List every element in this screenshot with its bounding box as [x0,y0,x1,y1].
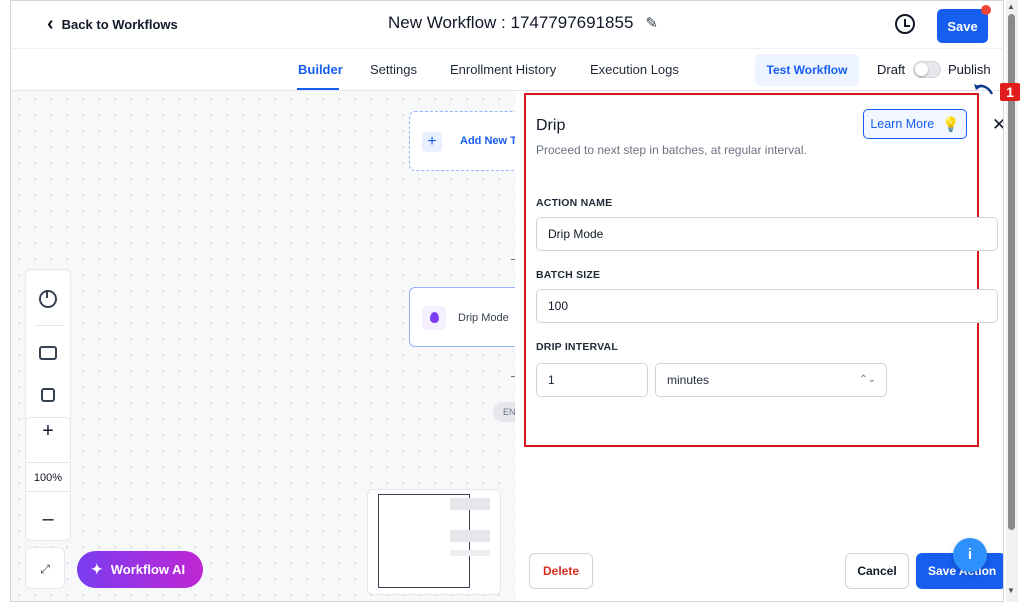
action-name-input[interactable]: Drip Mode [536,217,998,251]
drip-interval-input[interactable]: 1 [536,363,648,397]
toolbox-divider [34,325,64,326]
plus-icon: + [422,132,442,152]
close-icon[interactable]: ✕ [992,115,1003,135]
learn-more-button[interactable]: Learn More 💡 [863,109,967,139]
workflow-title: New Workflow : 1747797691855 [388,13,634,32]
back-to-workflows-link[interactable]: ‹ Back to Workflows [47,13,178,35]
pie-chart-icon[interactable] [39,290,57,308]
delete-button[interactable]: Delete [529,553,593,589]
zoom-level: 100% [26,462,70,492]
workflow-title-group: New Workflow : 1747797691855 ✎ [388,13,658,33]
lightbulb-icon: 💡 [942,115,960,132]
tab-execution-logs[interactable]: Execution Logs [590,62,679,77]
action-name-label: ACTION NAME [536,197,613,209]
zoom-out-button[interactable]: – [26,502,70,536]
add-trigger-label: Add New Tr [460,135,521,147]
minimap-node [450,498,490,510]
drip-node-label: Drip Mode [458,312,509,324]
toggle-knob [915,63,928,76]
drip-icon [422,306,446,330]
scroll-down-arrow-icon[interactable]: ▼ [1007,586,1015,595]
workflow-ai-button[interactable]: ✦ Workflow AI [77,551,203,588]
back-label: Back to Workflows [61,16,178,32]
annotation-number: 1 [1000,83,1020,101]
save-workflow-button[interactable]: Save [937,9,988,43]
interval-unit-value: minutes [667,373,710,387]
action-settings-panel: Drip Proceed to next step in batches, at… [515,91,1003,601]
canvas-toolbox [25,269,71,423]
panel-title: Drip [536,117,566,134]
annotation-arrow-icon [974,84,994,95]
workflow-canvas[interactable]: + Add New Tr Drip Mode EN + 100% – ⤢ ✦ W… [11,91,529,601]
history-clock-icon[interactable] [895,14,915,34]
scroll-up-arrow-icon[interactable]: ▲ [1007,2,1015,11]
minimap[interactable] [367,489,501,595]
expand-icon: ⤢ [40,562,50,576]
water-drop-icon [430,312,439,323]
tab-builder[interactable]: Builder [298,62,343,77]
sparkle-icon: ✦ [91,561,103,577]
panel-description: Proceed to next step in batches, at regu… [536,143,807,157]
zoom-in-button[interactable]: + [26,418,70,452]
interval-unit-select[interactable]: minutes ⌃⌄ [655,363,887,397]
drip-interval-label: DRIP INTERVAL [536,341,618,353]
batch-size-label: BATCH SIZE [536,269,601,281]
batch-size-input[interactable]: 100 [536,289,998,323]
publish-toggle[interactable] [913,61,941,78]
chevron-left-icon: ‹ [47,13,54,35]
add-trigger-card[interactable]: + Add New Tr [409,111,529,171]
drip-node-card[interactable]: Drip Mode [409,287,529,347]
minimap-node [450,550,490,556]
fit-view-button[interactable]: ⤢ [25,547,65,589]
zoom-controls: + 100% – [25,417,71,541]
tab-enrollment-history[interactable]: Enrollment History [450,62,556,77]
tabs-row: Builder Settings Enrollment History Exec… [11,49,1003,91]
active-tab-indicator [297,88,339,90]
draft-label: Draft [877,62,906,77]
top-bar: ‹ Back to Workflows New Workflow : 17477… [11,1,1003,49]
notification-dot [981,5,991,15]
comment-icon[interactable] [39,346,57,360]
learn-more-label: Learn More [870,117,935,131]
publish-label: Publish [948,62,991,77]
app-frame: ‹ Back to Workflows New Workflow : 17477… [10,0,1004,602]
sticky-note-icon[interactable] [41,388,55,402]
workflow-ai-label: Workflow AI [110,562,186,577]
tab-settings[interactable]: Settings [370,62,417,77]
test-workflow-button[interactable]: Test Workflow [755,54,859,86]
select-updown-icon: ⌃⌄ [859,374,876,385]
minimap-node [450,530,490,542]
edit-pencil-icon[interactable]: ✎ [645,14,658,32]
cancel-button[interactable]: Cancel [845,553,909,589]
help-chat-icon[interactable]: i [953,538,987,572]
